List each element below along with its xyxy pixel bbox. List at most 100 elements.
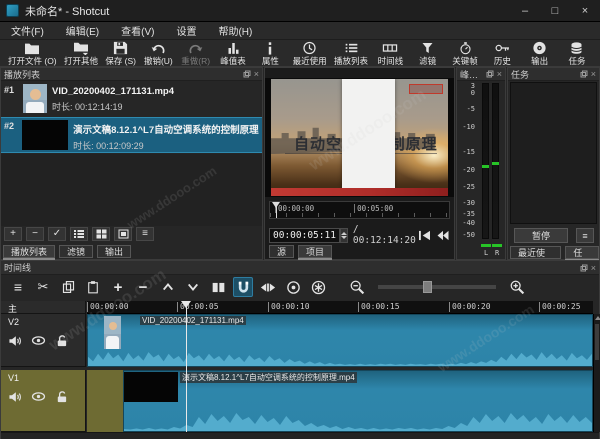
track-header-v1[interactable]: V1 [1, 370, 86, 432]
zoom-out-icon[interactable] [347, 277, 367, 297]
tab-export[interactable]: 输出 [97, 245, 131, 258]
tab-jobs[interactable]: 任务 [565, 246, 599, 259]
timeline-clip-v1[interactable]: 演示文稿8.12.1^L7自动空调系统的控制原理.mp4 [123, 370, 593, 432]
snap-magnet-icon[interactable] [233, 277, 253, 297]
unlock-icon[interactable] [55, 334, 68, 347]
timeline-zoom-slider[interactable] [378, 285, 496, 289]
current-track-gap [87, 370, 123, 432]
tab-playlist[interactable]: 播放列表 [3, 245, 55, 258]
split-icon[interactable] [208, 277, 228, 297]
close-panel-icon[interactable]: × [591, 70, 596, 78]
timeline-vertical-scrollbar[interactable] [593, 314, 600, 432]
float-panel-icon[interactable] [580, 264, 588, 272]
menu-edit[interactable]: 编辑(E) [55, 23, 110, 38]
unlock-icon[interactable] [55, 390, 68, 403]
menu-help[interactable]: 帮助(H) [207, 23, 263, 38]
track-header-v2[interactable]: V2 [1, 314, 86, 367]
skip-previous-button[interactable] [416, 228, 434, 242]
playlist-update-button[interactable]: ✓ [48, 227, 66, 241]
tasks-menu-button[interactable]: ≡ [576, 228, 594, 243]
append-button[interactable]: + [108, 277, 128, 297]
close-button[interactable]: × [570, 0, 600, 22]
scrollbar-thumb[interactable] [595, 324, 599, 360]
scroll-up-arrow[interactable] [595, 316, 600, 320]
video-frame: 自动空 制原理 [271, 79, 448, 196]
pause-button[interactable]: 暂停 [514, 228, 568, 243]
ripple-delete-button[interactable]: − [133, 277, 153, 297]
timeline-button[interactable]: 时间线 [375, 41, 405, 67]
playlist-button[interactable]: 播放列表 [334, 41, 368, 67]
timecode-spinner[interactable] [340, 228, 348, 243]
timecode-field[interactable]: 00:00:05:11 [269, 228, 340, 243]
export-button[interactable]: 输出 [525, 41, 555, 67]
float-panel-icon[interactable] [486, 70, 494, 78]
zoom-in-icon[interactable] [507, 277, 527, 297]
channel-label-left: L [484, 249, 488, 257]
filters-button[interactable]: 滤镜 [413, 41, 443, 67]
tab-filters[interactable]: 滤镜 [59, 245, 93, 258]
history-button[interactable]: 历史 [487, 41, 517, 67]
hide-eye-icon[interactable] [31, 335, 46, 346]
view-details-icon[interactable] [70, 227, 88, 241]
timeline-menu-button[interactable]: ≡ [8, 277, 28, 297]
redo-button[interactable]: 重做(R) [181, 41, 211, 67]
cut-button[interactable]: ✂ [33, 277, 53, 297]
mute-icon[interactable] [8, 391, 22, 403]
video-thumbnail [22, 120, 69, 150]
timeline-clip-v2[interactable]: VID_20200402_171131.mp4 [87, 314, 593, 367]
tab-recent[interactable]: 最近使用 [510, 246, 561, 259]
hide-eye-icon[interactable] [31, 391, 46, 402]
clock-icon [302, 41, 317, 55]
close-panel-icon[interactable]: × [254, 70, 259, 78]
maximize-button[interactable]: □ [540, 0, 570, 22]
playlist-panel-title: 播放列表 [4, 68, 40, 81]
float-panel-icon[interactable] [243, 70, 251, 78]
float-panel-icon[interactable] [580, 70, 588, 78]
paste-icon[interactable] [83, 277, 103, 297]
playlist-menu-button[interactable]: ≡ [136, 227, 154, 241]
tab-project[interactable]: 项目 [298, 245, 332, 258]
playlist-remove-button[interactable]: − [26, 227, 44, 241]
ripple-all-tracks-icon[interactable] [308, 277, 328, 297]
mute-icon[interactable] [8, 335, 22, 347]
seek-playhead-handle[interactable] [272, 202, 280, 208]
properties-button[interactable]: 属性 [255, 41, 285, 67]
zoom-slider-handle[interactable] [423, 281, 432, 293]
track-label-v2: V2 [1, 314, 85, 327]
jobs-button[interactable]: 任务 [562, 41, 592, 67]
menu-view[interactable]: 查看(V) [110, 23, 165, 38]
playlist-row-1[interactable]: #1 VID_20200402_171131.mp4 时长: 00:12:14:… [1, 82, 262, 116]
menu-file[interactable]: 文件(F) [0, 23, 55, 38]
master-track-header[interactable]: 主 [1, 301, 86, 314]
undo-icon [151, 41, 166, 55]
ripple-icon[interactable] [283, 277, 303, 297]
playlist-add-button[interactable]: + [4, 227, 22, 241]
timeline-playhead-line[interactable] [186, 301, 187, 432]
undo-button[interactable]: 撤销(U) [143, 41, 173, 67]
close-panel-icon[interactable]: × [497, 70, 502, 78]
recent-button[interactable]: 最近使用 [293, 41, 327, 67]
seek-bar[interactable]: 00:00:00 00:05:00 [269, 201, 450, 219]
copy-icon[interactable] [58, 277, 78, 297]
close-panel-icon[interactable]: × [591, 264, 596, 272]
tab-source[interactable]: 源 [269, 245, 294, 258]
open-other-button[interactable]: 打开其他 [64, 41, 98, 67]
right-dock-tabs: 最近使用 任务 [510, 246, 599, 259]
playlist-row-2[interactable]: #2 演示文稿8.12.1^L7自动空调系统的控制原理.mp4 时长: 00:1… [1, 117, 262, 153]
save-button[interactable]: 保存 (S) [105, 41, 136, 67]
minimize-button[interactable]: – [510, 0, 540, 22]
timeline-playhead-handle[interactable] [181, 301, 191, 308]
scrub-drag-icon[interactable] [258, 277, 278, 297]
rewind-button[interactable] [434, 228, 452, 242]
menu-settings[interactable]: 设置 [165, 23, 207, 38]
overwrite-icon[interactable] [183, 277, 203, 297]
lift-icon[interactable] [158, 277, 178, 297]
timeline-ruler[interactable]: 00:00:00 00:00:05 00:00:10 00:00:15 00:0… [87, 301, 593, 314]
redo-icon [188, 41, 203, 55]
open-file-button[interactable]: 打开文件 (O) [8, 41, 57, 67]
db-scale-label: -50 [457, 231, 475, 239]
peak-meter-button[interactable]: 峰值表 [218, 41, 248, 67]
keyframes-button[interactable]: 关键帧 [450, 41, 480, 67]
view-icons-icon[interactable] [114, 227, 132, 241]
view-tiles-icon[interactable] [92, 227, 110, 241]
